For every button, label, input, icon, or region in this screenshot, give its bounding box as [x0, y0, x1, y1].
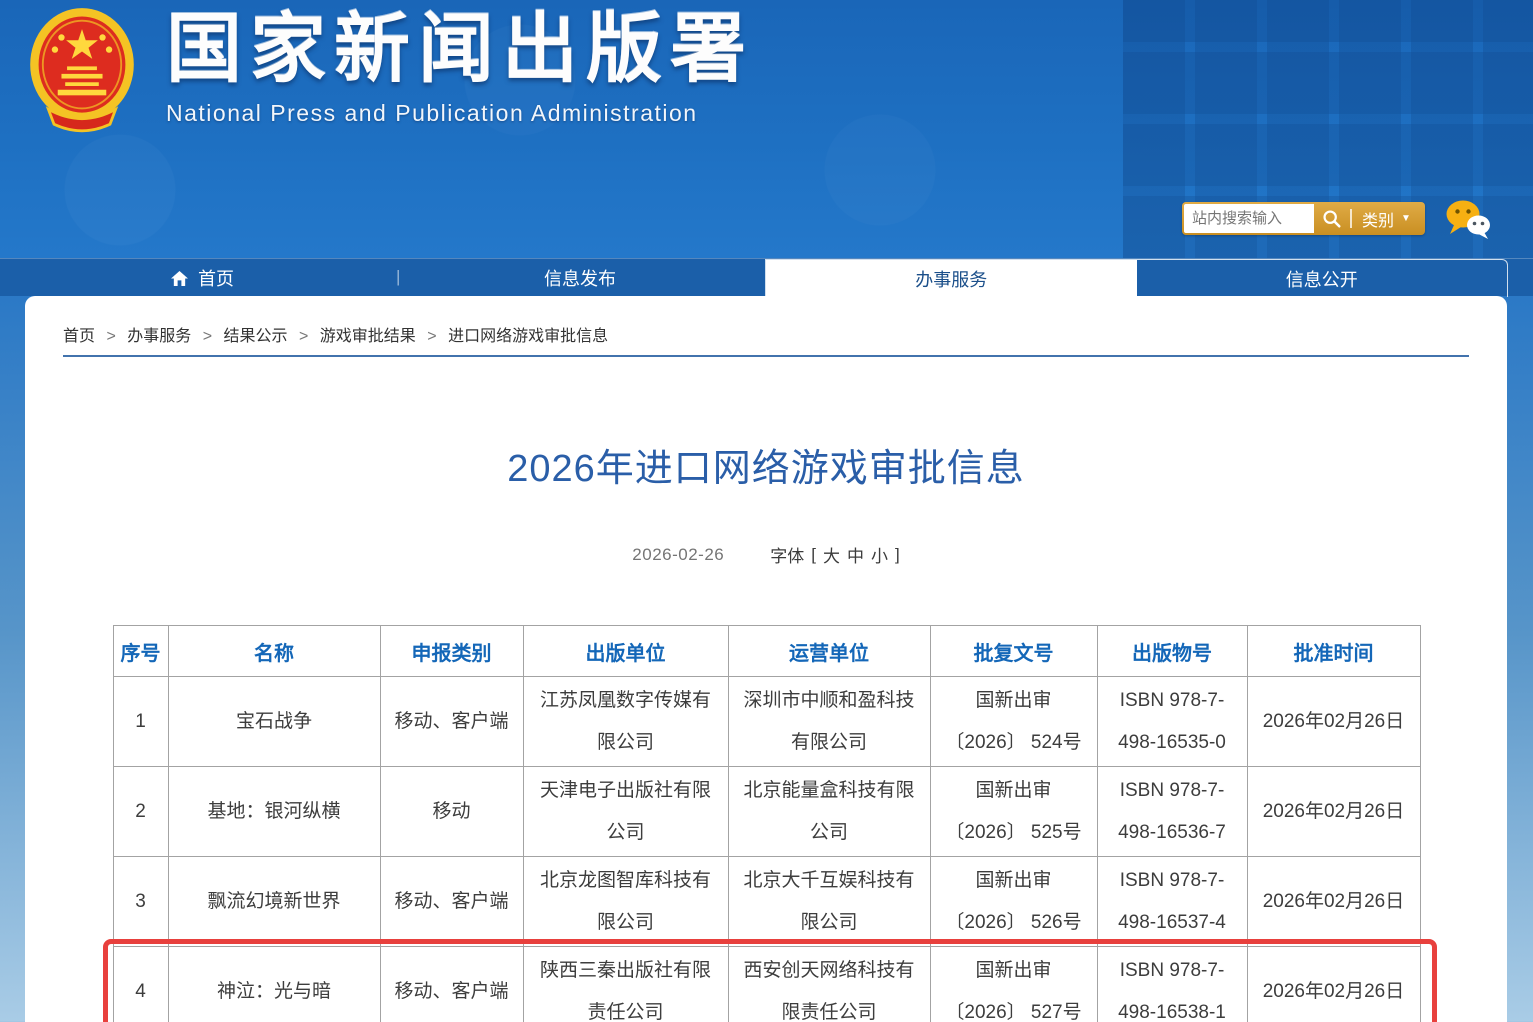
table-cell: 西安创天网络科技有 限责任公司 [728, 947, 930, 1022]
table-cell: 北京能量盒科技有限 公司 [728, 767, 930, 857]
table-cell: 移动、客户端 [380, 857, 523, 947]
col-publication-number: 出版物号 [1097, 626, 1247, 677]
table-cell: ISBN 978-7- 498-16535-0 [1097, 677, 1247, 767]
col-category: 申报类别 [380, 626, 523, 677]
table-cell: 天津电子出版社有限 公司 [523, 767, 728, 857]
col-name: 名称 [168, 626, 380, 677]
site-header: 国家新闻出版署 National Press and Publication A… [0, 0, 1533, 258]
font-size-bracket-close: ] [895, 545, 900, 565]
chevron-down-icon: ▼ [1401, 214, 1411, 224]
nav-home-label: 首页 [198, 265, 234, 291]
table-cell: 2026年02月26日 [1247, 947, 1420, 1022]
table-cell: 基地：银河纵横 [168, 767, 380, 857]
font-size-medium[interactable]: 中 [847, 542, 864, 567]
nav-tab-services[interactable]: 办事服务 [766, 260, 1137, 297]
search-button[interactable] [1314, 204, 1350, 233]
nav-info-label: 信息发布 [544, 265, 616, 291]
font-size-label: 字体 [770, 542, 804, 567]
table-cell: 2026年02月26日 [1247, 767, 1420, 857]
table-cell: 北京大千互娱科技有 限公司 [728, 857, 930, 947]
table-cell: 2026年02月26日 [1247, 857, 1420, 947]
table-cell: ISBN 978-7- 498-16537-4 [1097, 857, 1247, 947]
table-cell: 2 [113, 767, 168, 857]
publish-date: 2026-02-26 [632, 545, 724, 565]
approval-table: 序号 名称 申报类别 出版单位 运营单位 批复文号 出版物号 批准时间 1 宝石… [113, 625, 1421, 1022]
article-meta: 2026-02-26 字体 [ 大 中 小 ] [63, 542, 1469, 567]
breadcrumb-home[interactable]: 首页 [63, 328, 95, 345]
nav-separator: | [396, 267, 400, 287]
table-cell: 神泣：光与暗 [168, 947, 380, 1022]
national-emblem-icon [26, 6, 138, 138]
table-cell: 国新出审 〔2026〕 526号 [930, 857, 1097, 947]
breadcrumb-game-approval[interactable]: 游戏审批结果 [320, 328, 416, 345]
col-index: 序号 [113, 626, 168, 677]
nav-item-info-release[interactable]: 信息发布 [460, 259, 700, 297]
breadcrumb-separator: > [106, 328, 115, 345]
table-row: 2 基地：银河纵横 移动 天津电子出版社有限 公司 北京能量盒科技有限 公司 国… [113, 767, 1420, 857]
table-cell: ISBN 978-7- 498-16536-7 [1097, 767, 1247, 857]
table-cell: 1 [113, 677, 168, 767]
col-approval-number: 批复文号 [930, 626, 1097, 677]
table-cell: 国新出审 〔2026〕 524号 [930, 677, 1097, 767]
font-size-large[interactable]: 大 [823, 542, 840, 567]
table-row: 1 宝石战争 移动、客户端 江苏凤凰数字传媒有 限公司 深圳市中顺和盈科技 有限… [113, 677, 1420, 767]
table-cell: 移动、客户端 [380, 947, 523, 1022]
site-branding: 国家新闻出版署 National Press and Publication A… [166, 2, 754, 127]
table-cell: 深圳市中顺和盈科技 有限公司 [728, 677, 930, 767]
breadcrumb-divider [63, 355, 1469, 357]
table-cell: 飘流幻境新世界 [168, 857, 380, 947]
table-cell: 江苏凤凰数字传媒有 限公司 [523, 677, 728, 767]
table-cell: 3 [113, 857, 168, 947]
table-cell: 2026年02月26日 [1247, 677, 1420, 767]
breadcrumb-separator: > [299, 328, 308, 345]
font-size-control: 字体 [ 大 中 小 ] [770, 542, 899, 567]
table-row: 3 飘流幻境新世界 移动、客户端 北京龙图智库科技有 限公司 北京大千互娱科技有… [113, 857, 1420, 947]
wechat-icon[interactable] [1443, 198, 1493, 240]
table-row-highlighted: 4 神泣：光与暗 移动、客户端 陕西三秦出版社有限 责任公司 西安创天网络科技有… [113, 947, 1420, 1022]
breadcrumb-separator: > [203, 328, 212, 345]
site-subtitle: National Press and Publication Administr… [166, 100, 754, 127]
search-icon [1322, 209, 1342, 229]
search-input[interactable] [1184, 204, 1314, 233]
nav-item-home[interactable]: 首页 [170, 259, 234, 297]
col-approval-date: 批准时间 [1247, 626, 1420, 677]
table-cell: 宝石战争 [168, 677, 380, 767]
font-size-bracket-open: [ [811, 545, 816, 565]
breadcrumb-results[interactable]: 结果公示 [224, 328, 288, 345]
table-cell: 移动、客户端 [380, 677, 523, 767]
breadcrumb-services[interactable]: 办事服务 [127, 328, 191, 345]
home-icon [170, 270, 189, 287]
table-cell: 移动 [380, 767, 523, 857]
table-cell: 国新出审 〔2026〕 525号 [930, 767, 1097, 857]
nav-tab-group: 办事服务 信息公开 [765, 259, 1508, 297]
table-cell: 国新出审 〔2026〕 527号 [930, 947, 1097, 1022]
nav-tab-disclosure[interactable]: 信息公开 [1137, 260, 1508, 297]
table-header-row: 序号 名称 申报类别 出版单位 运营单位 批复文号 出版物号 批准时间 [113, 626, 1420, 677]
font-size-small[interactable]: 小 [871, 542, 888, 567]
breadcrumb-separator: > [427, 328, 436, 345]
col-publisher: 出版单位 [523, 626, 728, 677]
content-panel: 首页 > 办事服务 > 结果公示 > 游戏审批结果 > 进口网络游戏审批信息 2… [25, 296, 1507, 1022]
breadcrumb: 首页 > 办事服务 > 结果公示 > 游戏审批结果 > 进口网络游戏审批信息 [63, 322, 1469, 346]
table-cell: 陕西三秦出版社有限 责任公司 [523, 947, 728, 1022]
table-cell: 4 [113, 947, 168, 1022]
category-label: 类别 [1362, 207, 1394, 231]
page-title: 2026年进口网络游戏审批信息 [63, 437, 1469, 492]
category-dropdown[interactable]: 类别 ▼ [1352, 204, 1423, 233]
main-nav: 首页 | 信息发布 办事服务 信息公开 [0, 258, 1533, 296]
table-cell: 北京龙图智库科技有 限公司 [523, 857, 728, 947]
nav-disclosure-label: 信息公开 [1286, 266, 1358, 292]
col-operator: 运营单位 [728, 626, 930, 677]
breadcrumb-current: 进口网络游戏审批信息 [448, 328, 608, 345]
site-title: 国家新闻出版署 [166, 2, 754, 98]
nav-services-label: 办事服务 [915, 266, 987, 292]
approval-table-wrap: 序号 名称 申报类别 出版单位 运营单位 批复文号 出版物号 批准时间 1 宝石… [113, 625, 1420, 1022]
table-cell: ISBN 978-7- 498-16538-1 [1097, 947, 1247, 1022]
site-search: 类别 ▼ [1182, 202, 1425, 235]
